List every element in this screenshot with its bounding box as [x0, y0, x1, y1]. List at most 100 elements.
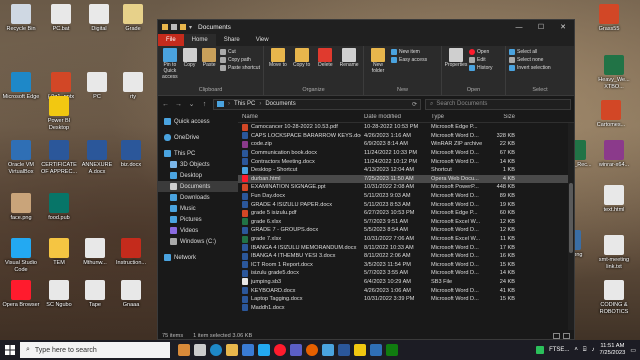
desktop-icon-item[interactable]: food.pub — [40, 193, 78, 222]
new-folder-icon[interactable] — [180, 24, 186, 30]
file-row[interactable]: CAPS LOCKSPACE BARARROW KEYS.docx 4/26/20… — [238, 132, 574, 141]
scrollbar-thumb[interactable] — [569, 183, 573, 253]
store-icon[interactable] — [242, 344, 254, 356]
file-row[interactable]: Fun Day.docx 5/11/2023 9:03 AM Microsoft W… — [238, 192, 574, 201]
file-row[interactable]: grade 5 isizulu.pdf 6/27/2023 10:53 PM Mic… — [238, 209, 574, 218]
file-row[interactable]: GRADE 4 ISIZULU PAPER.docx 5/11/2023 8:53… — [238, 200, 574, 209]
nav-this-pc[interactable]: This PC — [158, 148, 238, 159]
nav-documents[interactable]: Documents — [158, 181, 238, 192]
file-explorer-icon[interactable] — [226, 344, 238, 356]
desktop-icon-item[interactable]: PC — [78, 72, 116, 101]
desktop-icon-item[interactable]: Visual Studio Code — [2, 238, 40, 273]
file-row[interactable]: EXAMINATION SIGNAGE.ppt 10/31/2022 2:08 A… — [238, 183, 574, 192]
tab-view[interactable]: View — [248, 34, 277, 46]
file-row[interactable]: code.zip 6/9/2023 8:14 AM WinRAR ZIP archi… — [238, 140, 574, 149]
select-none-button[interactable]: Select none — [509, 57, 551, 63]
breadcrumb-documents[interactable]: Documents — [265, 101, 295, 107]
address-bar[interactable]: › This PC › Documents ⟳ — [213, 98, 421, 110]
stocks-icon[interactable] — [536, 346, 545, 354]
rename-button[interactable]: Rename — [338, 48, 360, 87]
file-row[interactable]: KEYBOARD.docx 4/26/2023 1:06 AM Microsoft … — [238, 286, 574, 295]
firefox-icon[interactable] — [306, 344, 318, 356]
desktop-icon-item[interactable]: Heavy_We... XTBO... — [595, 55, 633, 90]
file-row[interactable]: Laptop Tagging.docx 10/31/2022 3:39 PM Mic… — [238, 295, 574, 304]
tab-share[interactable]: Share — [216, 34, 248, 46]
nav-network[interactable]: Network — [158, 252, 238, 263]
desktop-icon-item[interactable]: Recycle Bin — [2, 4, 40, 33]
desktop-icon-item[interactable]: face.png — [2, 193, 40, 222]
file-row[interactable]: grade 6.xlsx 5/7/2023 9:51 AM Microsoft Ex… — [238, 218, 574, 227]
desktop-icon-item[interactable]: Gnaaa — [112, 280, 150, 309]
desktop-icon-item[interactable]: text.html — [595, 185, 633, 214]
details-view-button[interactable] — [553, 332, 560, 339]
close-button[interactable]: ✕ — [552, 20, 574, 34]
open-button[interactable]: Open — [469, 49, 493, 55]
tab-home[interactable]: Home — [183, 34, 216, 46]
forward-button[interactable]: → — [174, 101, 183, 108]
desktop-icon-item[interactable]: rty — [114, 72, 152, 101]
check-icon[interactable] — [370, 344, 382, 356]
desktop-icon-item[interactable]: Mthunw... — [76, 238, 114, 267]
desktop-icon-item[interactable]: Power BI Desktop — [40, 96, 78, 131]
clock[interactable]: 11:51 AM 7/25/2023 — [600, 343, 626, 357]
desktop-icon-item[interactable]: smt-meeting link.txt — [595, 235, 633, 270]
nav-pictures[interactable]: Pictures — [158, 214, 238, 225]
file-row[interactable]: grade 7.xlsx 10/31/2022 7:06 AM Microsoft … — [238, 235, 574, 244]
file-row[interactable]: jumping.sb3 6/4/2023 10:29 AM SB3 File 24 K… — [238, 278, 574, 287]
history-button[interactable]: History — [469, 65, 493, 71]
taskbar-search[interactable]: ⌕ Type here to search — [20, 342, 170, 358]
nav-windows-c[interactable]: Windows (C:) — [158, 236, 238, 247]
teams-icon[interactable] — [290, 344, 302, 356]
opera-icon[interactable] — [274, 344, 286, 356]
file-row[interactable]: IBANGA 4 ITHEMBU YESI 3.docx 8/11/2022 2:… — [238, 252, 574, 261]
large-icons-view-button[interactable] — [563, 332, 570, 339]
file-row[interactable]: isizulu grade5.docx 5/7/2023 3:55 AM Micro… — [238, 269, 574, 278]
nav-desktop[interactable]: Desktop — [158, 170, 238, 181]
sticky-notes-icon[interactable] — [354, 344, 366, 356]
nav-videos[interactable]: Videos — [158, 225, 238, 236]
desktop-icon-item[interactable]: Opera Browser — [2, 280, 40, 309]
word-icon[interactable] — [338, 344, 350, 356]
properties-button[interactable]: Properties — [445, 48, 467, 87]
stocks-widget[interactable]: FTSE... — [549, 347, 569, 353]
breadcrumb-this-pc[interactable]: This PC — [234, 101, 255, 107]
desktop-icon-item[interactable]: CODING & ROBOTICS — [595, 280, 633, 315]
cut-button[interactable]: Cut — [220, 49, 260, 55]
desktop-icon-item[interactable]: Digital — [80, 4, 118, 33]
paste-button[interactable]: Paste — [200, 48, 218, 87]
properties-icon[interactable] — [171, 24, 177, 30]
network-icon[interactable]: ⌸ — [583, 347, 587, 354]
edge-icon[interactable] — [210, 344, 222, 356]
easy-access-button[interactable]: Easy access — [391, 57, 427, 63]
nav-onedrive[interactable]: OneDrive — [158, 132, 238, 143]
chevron-up-icon[interactable]: ˄ — [574, 347, 578, 353]
column-type[interactable]: Type — [428, 114, 484, 120]
desktop-icon-item[interactable]: Microsoft Edge — [2, 72, 40, 101]
butterfly-icon[interactable] — [178, 344, 190, 356]
file-row[interactable]: ICT Room 1 Report.docx 3/5/2023 11:54 PM M… — [238, 261, 574, 270]
desktop-icon-item[interactable]: SC Ngubo — [40, 280, 78, 309]
desktop-icon-item[interactable]: Cartomes... — [592, 100, 630, 129]
refresh-icon[interactable]: ⟳ — [412, 101, 417, 108]
column-name[interactable]: Name — [238, 114, 361, 120]
desktop-icon-item[interactable]: CERTIFICATE OF APPREC... — [40, 140, 78, 175]
copy-path-button[interactable]: Copy path — [220, 57, 260, 63]
file-row[interactable]: Camocancer 10-28-2022 10.53.pdf 10-28-202… — [238, 123, 574, 132]
nav-quick-access[interactable]: Quick access — [158, 116, 238, 127]
column-date-modified[interactable]: Date modified — [361, 114, 428, 120]
file-row[interactable]: durban.html 7/25/2023 11:50 AM Opera Web D… — [238, 174, 574, 184]
file-row[interactable]: Maddh1.docx — [238, 303, 574, 312]
nav-music[interactable]: Music — [158, 203, 238, 214]
notifications-icon[interactable]: ▭ — [630, 347, 636, 354]
copy-button[interactable]: Copy — [181, 48, 199, 87]
photos-icon[interactable] — [322, 344, 334, 356]
paste-shortcut-button[interactable]: Paste shortcut — [220, 65, 260, 71]
vscode-icon[interactable] — [258, 344, 270, 356]
pin-quick-access-button[interactable]: Pin to Quick access — [161, 48, 179, 87]
file-row[interactable]: GRADE 7 - GROUPS.docx 5/5/2023 8:54 AM Mic… — [238, 226, 574, 235]
select-all-button[interactable]: Select all — [509, 49, 551, 55]
nav-3d-objects[interactable]: 3D Objects — [158, 159, 238, 170]
move-to-button[interactable]: Move to — [267, 48, 289, 87]
desktop-icon-item[interactable]: winrar-x64... — [595, 140, 633, 169]
desktop-icon-item[interactable]: PC.bat — [42, 4, 80, 33]
